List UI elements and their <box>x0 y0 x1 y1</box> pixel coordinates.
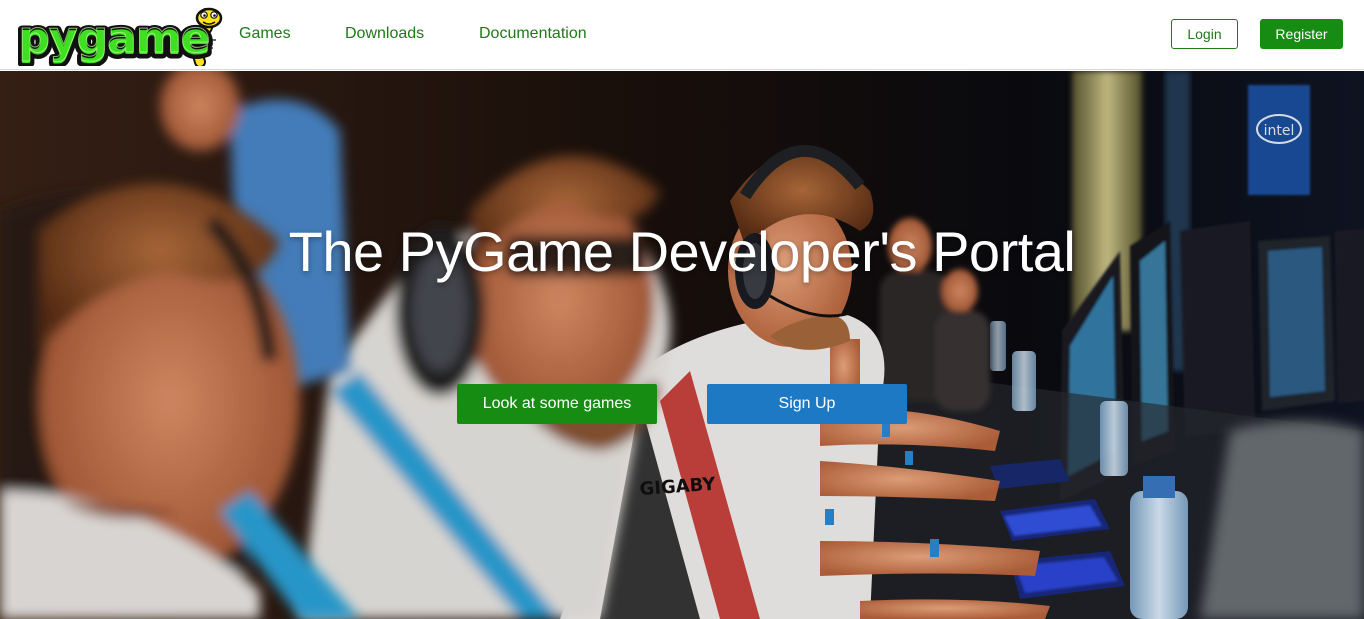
hero-overlay <box>0 71 1364 619</box>
nav-documentation-link[interactable]: Documentation <box>479 24 587 44</box>
nav-downloads-link[interactable]: Downloads <box>345 24 424 44</box>
hero-section: intel GIGABY The PyGame Developer's Port… <box>0 71 1364 619</box>
pygame-logo[interactable]: pygame pygame pygame <box>18 4 223 66</box>
register-button[interactable]: Register <box>1260 19 1343 49</box>
look-at-games-button[interactable]: Look at some games <box>457 384 657 424</box>
svg-text:pygame: pygame <box>18 12 209 63</box>
pygame-logo-graphic: pygame pygame pygame <box>18 7 223 66</box>
nav-games-link[interactable]: Games <box>239 24 291 44</box>
hero-title: The PyGame Developer's Portal <box>288 220 1076 283</box>
login-button[interactable]: Login <box>1171 19 1238 49</box>
sign-up-button[interactable]: Sign Up <box>707 384 907 424</box>
top-navbar: pygame pygame pygame Games Downloads Doc… <box>0 0 1364 70</box>
